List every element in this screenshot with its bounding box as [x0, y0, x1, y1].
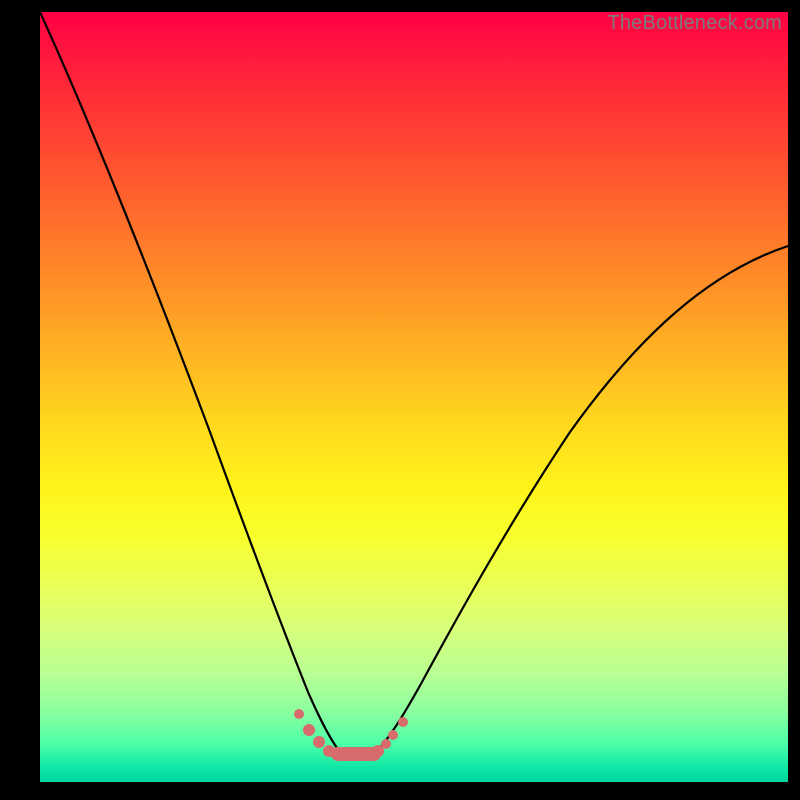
curve-layer	[40, 12, 788, 782]
plot-area: TheBottleneck.com	[40, 12, 788, 782]
marker-left-1	[294, 709, 304, 719]
curve-left-branch	[40, 12, 340, 752]
marker-left-4	[323, 745, 335, 757]
chart-stage: TheBottleneck.com	[0, 0, 800, 800]
marker-left-3	[313, 736, 325, 748]
marker-left-2	[303, 724, 315, 736]
marker-right-3	[388, 730, 398, 740]
marker-right-2	[381, 739, 391, 749]
curve-right-branch	[376, 246, 788, 752]
marker-right-4	[398, 717, 408, 727]
